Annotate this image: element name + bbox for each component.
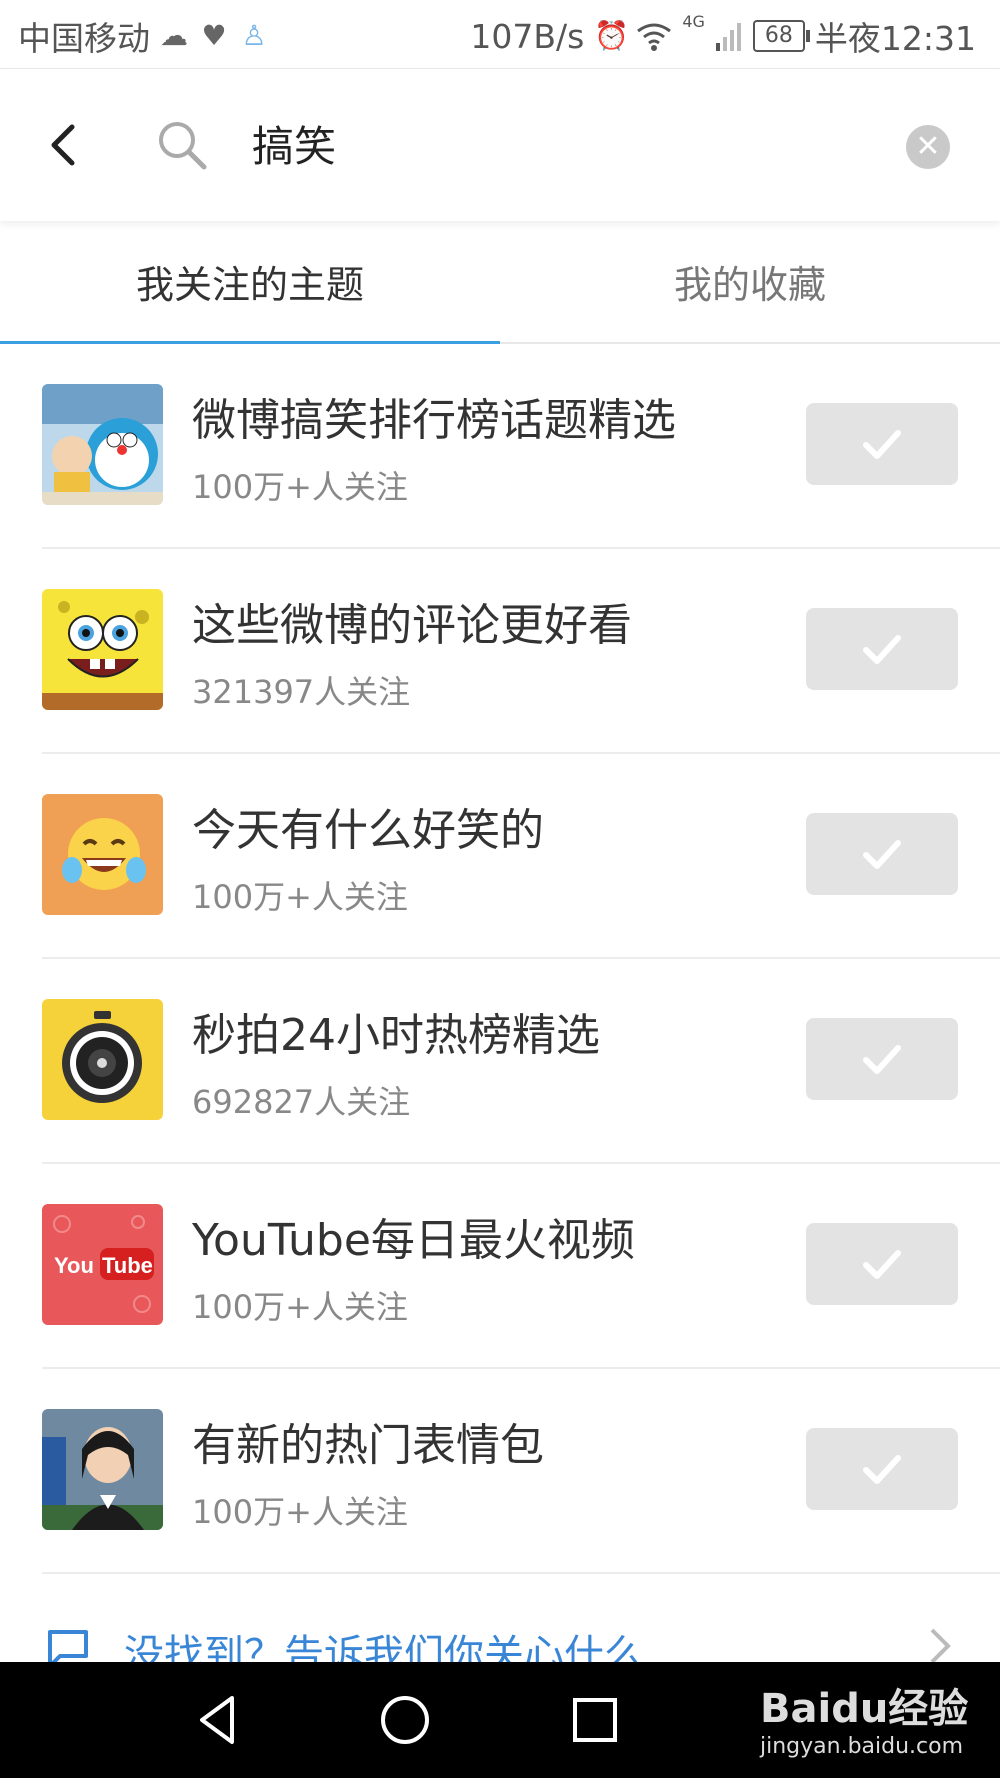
checkmark-icon <box>863 1455 901 1484</box>
topic-title: 有新的热门表情包 <box>192 1420 544 1471</box>
wifi-icon <box>637 23 672 51</box>
topic-title: 这些微博的评论更好看 <box>192 600 632 651</box>
topic-followers: 100万+人关注 <box>192 468 408 506</box>
list-item[interactable]: 有新的热门表情包 100万+人关注 <box>0 1369 1000 1574</box>
topic-thumbnail <box>42 794 163 915</box>
close-icon: ✕ <box>915 129 941 164</box>
topic-title: 秒拍24小时热榜精选 <box>192 1010 600 1061</box>
youtube-logo-thumbnail: You Tube <box>42 1204 163 1325</box>
back-triangle-icon[interactable] <box>188 1690 248 1750</box>
topic-thumbnail <box>42 1409 163 1530</box>
topic-list: 微博搞笑排行榜话题精选 100万+人关注 这些微博的评论更好看 321397人关… <box>0 344 1000 1574</box>
topic-followers: 100万+人关注 <box>192 878 408 916</box>
topic-followers: 100万+人关注 <box>192 1493 408 1531</box>
back-arrow-icon[interactable] <box>40 121 88 169</box>
row-divider <box>42 1572 1000 1574</box>
ghost-icon: ♙ <box>241 19 267 52</box>
svg-text:You: You <box>54 1253 94 1278</box>
battery-indicator: 68 <box>752 20 810 52</box>
signal-icon <box>715 23 741 51</box>
followed-check-button[interactable] <box>806 403 958 485</box>
topic-followers: 692827人关注 <box>192 1083 411 1121</box>
camera-lens-thumbnail <box>42 999 163 1120</box>
checkmark-icon <box>863 430 901 459</box>
list-item[interactable]: 秒拍24小时热榜精选 692827人关注 <box>0 959 1000 1164</box>
clock: 半夜12:31 <box>814 19 976 58</box>
laughing-emoji-thumbnail <box>42 794 163 915</box>
topic-title: 今天有什么好笑的 <box>192 805 544 856</box>
weather-icon: ☁ <box>160 19 188 52</box>
followed-check-button[interactable] <box>806 813 958 895</box>
followed-check-button[interactable] <box>806 1428 958 1510</box>
svg-text:Tube: Tube <box>102 1253 153 1278</box>
search-input[interactable]: 搞笑 <box>252 113 336 174</box>
followed-check-button[interactable] <box>806 608 958 690</box>
followed-check-button[interactable] <box>806 1223 958 1305</box>
doraemon-thumbnail <box>42 384 163 505</box>
checkmark-icon <box>863 1250 901 1279</box>
checkmark-icon <box>863 840 901 869</box>
list-item[interactable]: 这些微博的评论更好看 321397人关注 <box>0 549 1000 754</box>
topic-thumbnail: You Tube <box>42 1204 163 1325</box>
followed-check-button[interactable] <box>806 1018 958 1100</box>
chevron-right-icon <box>930 1628 951 1662</box>
chat-bubble-icon <box>48 1630 88 1662</box>
topic-followers: 100万+人关注 <box>192 1288 408 1326</box>
home-circle-icon[interactable] <box>375 1690 435 1750</box>
topic-thumbnail <box>42 999 163 1120</box>
heart-icon: ♥ <box>201 19 227 52</box>
watermark-url: jingyan.baidu.com <box>760 1734 964 1759</box>
list-item[interactable]: 微博搞笑排行榜话题精选 100万+人关注 <box>0 344 1000 549</box>
feedback-label: 没找到？告诉我们你关心什么 <box>124 1632 644 1662</box>
topic-title: 微博搞笑排行榜话题精选 <box>192 395 676 446</box>
tab-bar: 我关注的主题 我的收藏 <box>0 222 1000 344</box>
carrier-label: 中国移动 <box>18 19 150 58</box>
status-bar: 中国移动 ☁ ♥ ♙ 107B/s ⏰ 4G 68 半夜12:31 <box>0 0 1000 68</box>
list-item[interactable]: You Tube YouTube每日最火视频 100万+人关注 <box>0 1164 1000 1369</box>
baidu-watermark: Baidu经验 jingyan.baidu.com <box>760 1676 968 1759</box>
system-nav-bar: Baidu经验 jingyan.baidu.com <box>0 1662 1000 1778</box>
tab-followed-topics[interactable]: 我关注的主题 <box>0 222 500 342</box>
topic-thumbnail <box>42 589 163 710</box>
feedback-link[interactable]: 没找到？告诉我们你关心什么 <box>0 1580 1000 1662</box>
search-header: 搞笑 ✕ <box>0 68 1000 221</box>
spongebob-thumbnail <box>42 589 163 710</box>
news-anchor-thumbnail <box>42 1409 163 1530</box>
recents-square-icon[interactable] <box>565 1690 625 1750</box>
network-type: 4G <box>682 12 705 31</box>
topic-followers: 321397人关注 <box>192 673 411 711</box>
topic-thumbnail <box>42 384 163 505</box>
search-icon <box>159 122 207 170</box>
topic-title: YouTube每日最火视频 <box>192 1215 635 1266</box>
checkmark-icon <box>863 635 901 664</box>
alarm-icon: ⏰ <box>594 19 630 52</box>
clear-search-button[interactable]: ✕ <box>906 125 950 169</box>
watermark-brand: Baidu经验 <box>760 1686 969 1732</box>
list-item[interactable]: 今天有什么好笑的 100万+人关注 <box>0 754 1000 959</box>
tab-favorites[interactable]: 我的收藏 <box>500 222 1000 342</box>
network-speed: 107B/s <box>470 16 585 56</box>
checkmark-icon <box>863 1045 901 1074</box>
